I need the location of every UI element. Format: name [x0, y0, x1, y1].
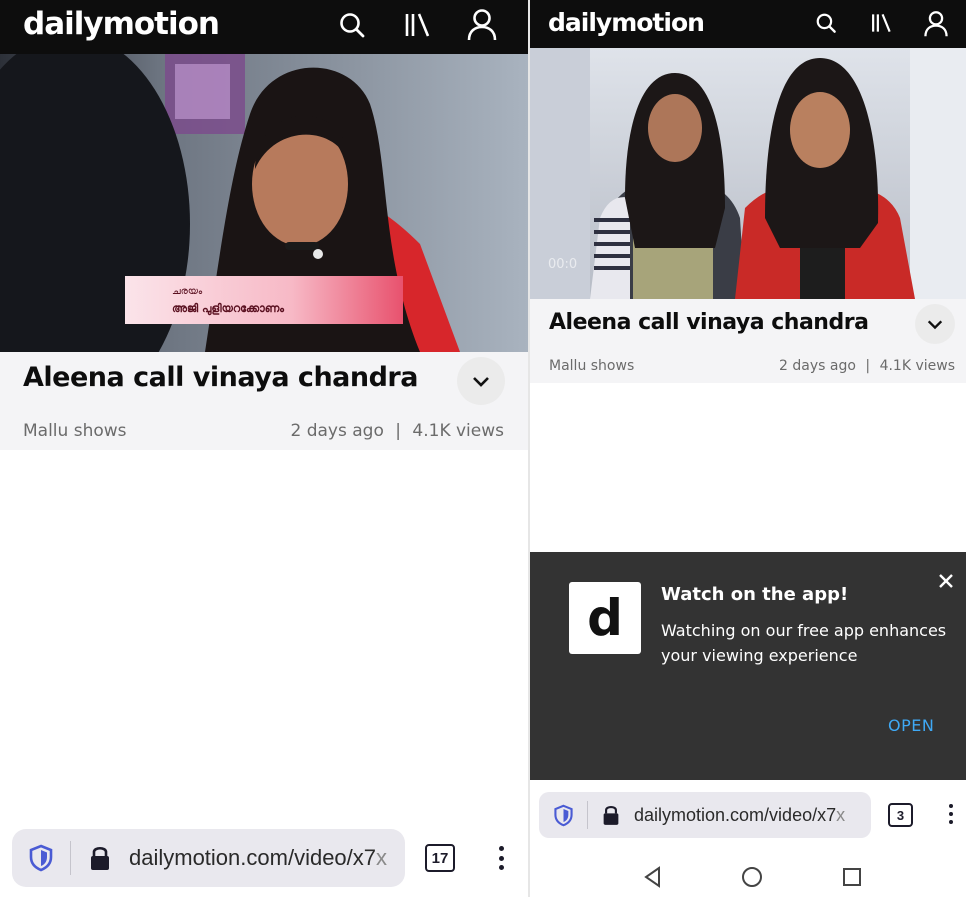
url-text[interactable]: dailymotion.com/video/x7x	[634, 805, 862, 826]
chevron-down-icon	[927, 320, 943, 330]
browser-menu-button[interactable]	[947, 804, 955, 824]
url-faded: x	[836, 804, 846, 825]
view-count: 4.1K views	[412, 421, 504, 441]
lock-icon[interactable]	[588, 792, 634, 838]
upload-age: 2 days ago	[290, 421, 384, 441]
account-icon[interactable]	[465, 7, 499, 43]
video-frame: ചരയം അജി പുളിയറക്കോണം	[0, 54, 528, 352]
video-stats: 2 days ago | 4.1K views	[291, 421, 505, 441]
expand-details-button[interactable]	[457, 357, 505, 405]
address-bar[interactable]: dailymotion.com/video/x7x	[539, 792, 871, 838]
caption-line-1: ചരയം	[172, 286, 203, 297]
url-main: dailymotion.com/video/x7	[129, 845, 377, 870]
right-screen: dailymotion 00:0 Aleena call vinaya chan…	[530, 0, 966, 897]
top-bar: dailymotion	[530, 0, 966, 48]
stats-separator: |	[865, 358, 871, 374]
channel-name[interactable]: Mallu shows	[23, 421, 127, 441]
system-nav-bar	[530, 852, 966, 897]
url-faded: x	[376, 845, 388, 870]
player-time: 00:0	[548, 257, 577, 272]
chevron-down-icon	[473, 377, 489, 387]
expand-details-button[interactable]	[915, 304, 955, 344]
close-icon[interactable]	[935, 570, 957, 592]
banner-text: Watching on our free app enhances your v…	[661, 621, 947, 665]
stats-separator: |	[395, 421, 401, 441]
search-icon[interactable]	[336, 9, 368, 41]
view-count: 4.1K views	[879, 358, 955, 374]
video-title: Aleena call vinaya chandra	[549, 310, 869, 335]
video-frame: 00:0	[530, 48, 966, 299]
tab-counter-button[interactable]: 3	[888, 803, 913, 827]
address-bar[interactable]: dailymotion.com/video/x7x	[12, 829, 405, 887]
dailymotion-app-logo: d	[569, 582, 641, 654]
app-logo-letter: d	[587, 589, 623, 647]
app-promo-banner: d Watch on the app! Watching on our free…	[530, 552, 966, 780]
library-icon[interactable]	[868, 10, 894, 36]
recents-icon[interactable]	[840, 865, 864, 889]
library-icon[interactable]	[401, 9, 433, 41]
browser-menu-button[interactable]	[496, 846, 506, 870]
tab-counter-button[interactable]: 17	[425, 844, 455, 872]
left-screen: dailymotion ചരയം അജി പുളിയറക്കോണം Aleena…	[0, 0, 528, 897]
top-bar: dailymotion	[0, 0, 528, 54]
dailymotion-logo[interactable]: dailymotion	[23, 6, 220, 42]
video-title: Aleena call vinaya chandra	[23, 362, 418, 393]
account-icon[interactable]	[922, 9, 950, 39]
shield-icon[interactable]	[12, 829, 70, 887]
banner-title: Watch on the app!	[661, 584, 849, 605]
video-player[interactable]: 00:0	[530, 48, 966, 299]
video-stats: 2 days ago | 4.1K views	[779, 358, 955, 374]
home-icon[interactable]	[740, 865, 764, 889]
search-icon[interactable]	[813, 10, 839, 36]
channel-name[interactable]: Mallu shows	[549, 358, 634, 374]
upload-age: 2 days ago	[779, 358, 856, 374]
url-text[interactable]: dailymotion.com/video/x7x	[129, 845, 401, 871]
dailymotion-logo[interactable]: dailymotion	[548, 8, 705, 37]
back-icon[interactable]	[641, 865, 665, 889]
caption-line-2: അജി പുളിയറക്കോണം	[172, 302, 284, 316]
open-app-button[interactable]: OPEN	[888, 716, 934, 735]
url-main: dailymotion.com/video/x7	[634, 804, 837, 825]
lock-icon[interactable]	[71, 829, 129, 887]
shield-icon[interactable]	[539, 792, 587, 838]
video-player[interactable]: ചരയം അജി പുളിയറക്കോണം	[0, 54, 528, 352]
